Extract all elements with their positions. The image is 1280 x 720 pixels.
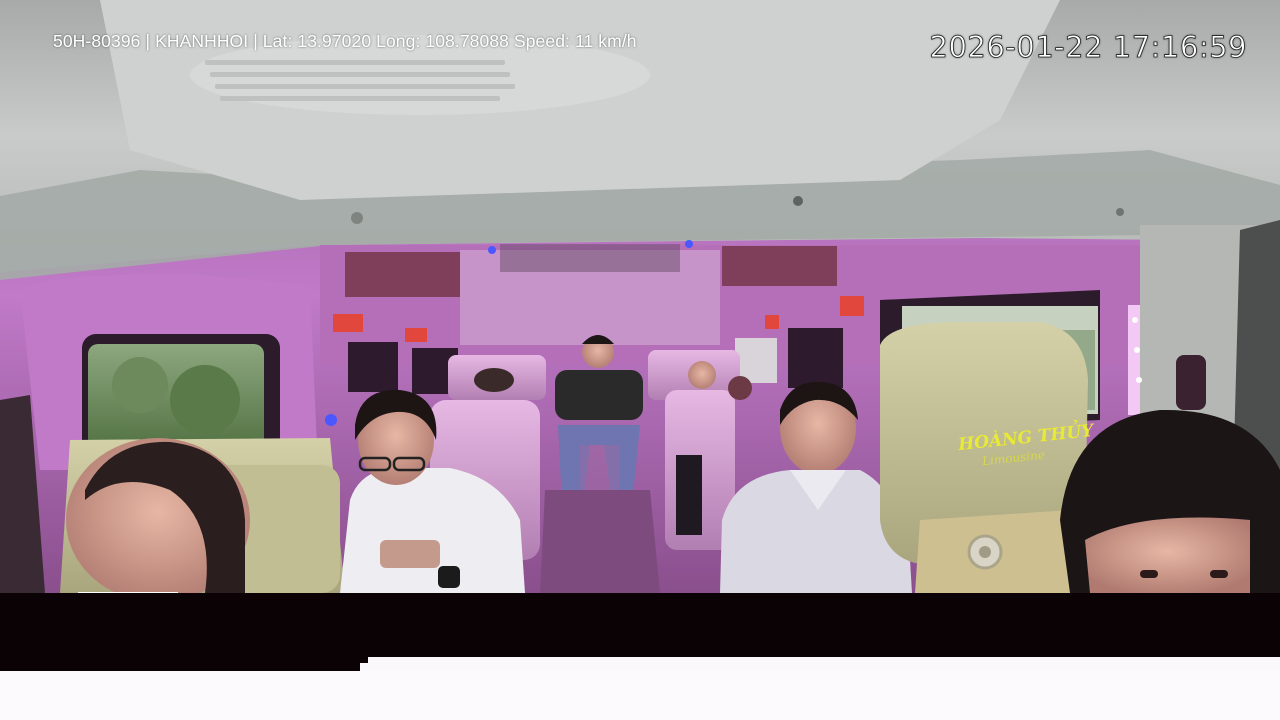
- camera-frame: HOÀNG THỦY Limousine 50H-80396 | KHANHHO…: [0, 0, 1280, 720]
- vehicle-gps-info: 50H-80396 | KHANHHOI | Lat: 13.97020 Lon…: [53, 31, 637, 51]
- black-bar: [0, 593, 1280, 657]
- black-bar-notch: [360, 657, 368, 663]
- scene-illustration: [0, 0, 1280, 593]
- bus-interior-photo: HOÀNG THỦY Limousine 50H-80396 | KHANHHO…: [0, 0, 1280, 593]
- white-bar: [0, 671, 1280, 720]
- black-bar-step: [0, 657, 360, 671]
- timestamp: 2026-01-22 17:16:59: [929, 30, 1247, 65]
